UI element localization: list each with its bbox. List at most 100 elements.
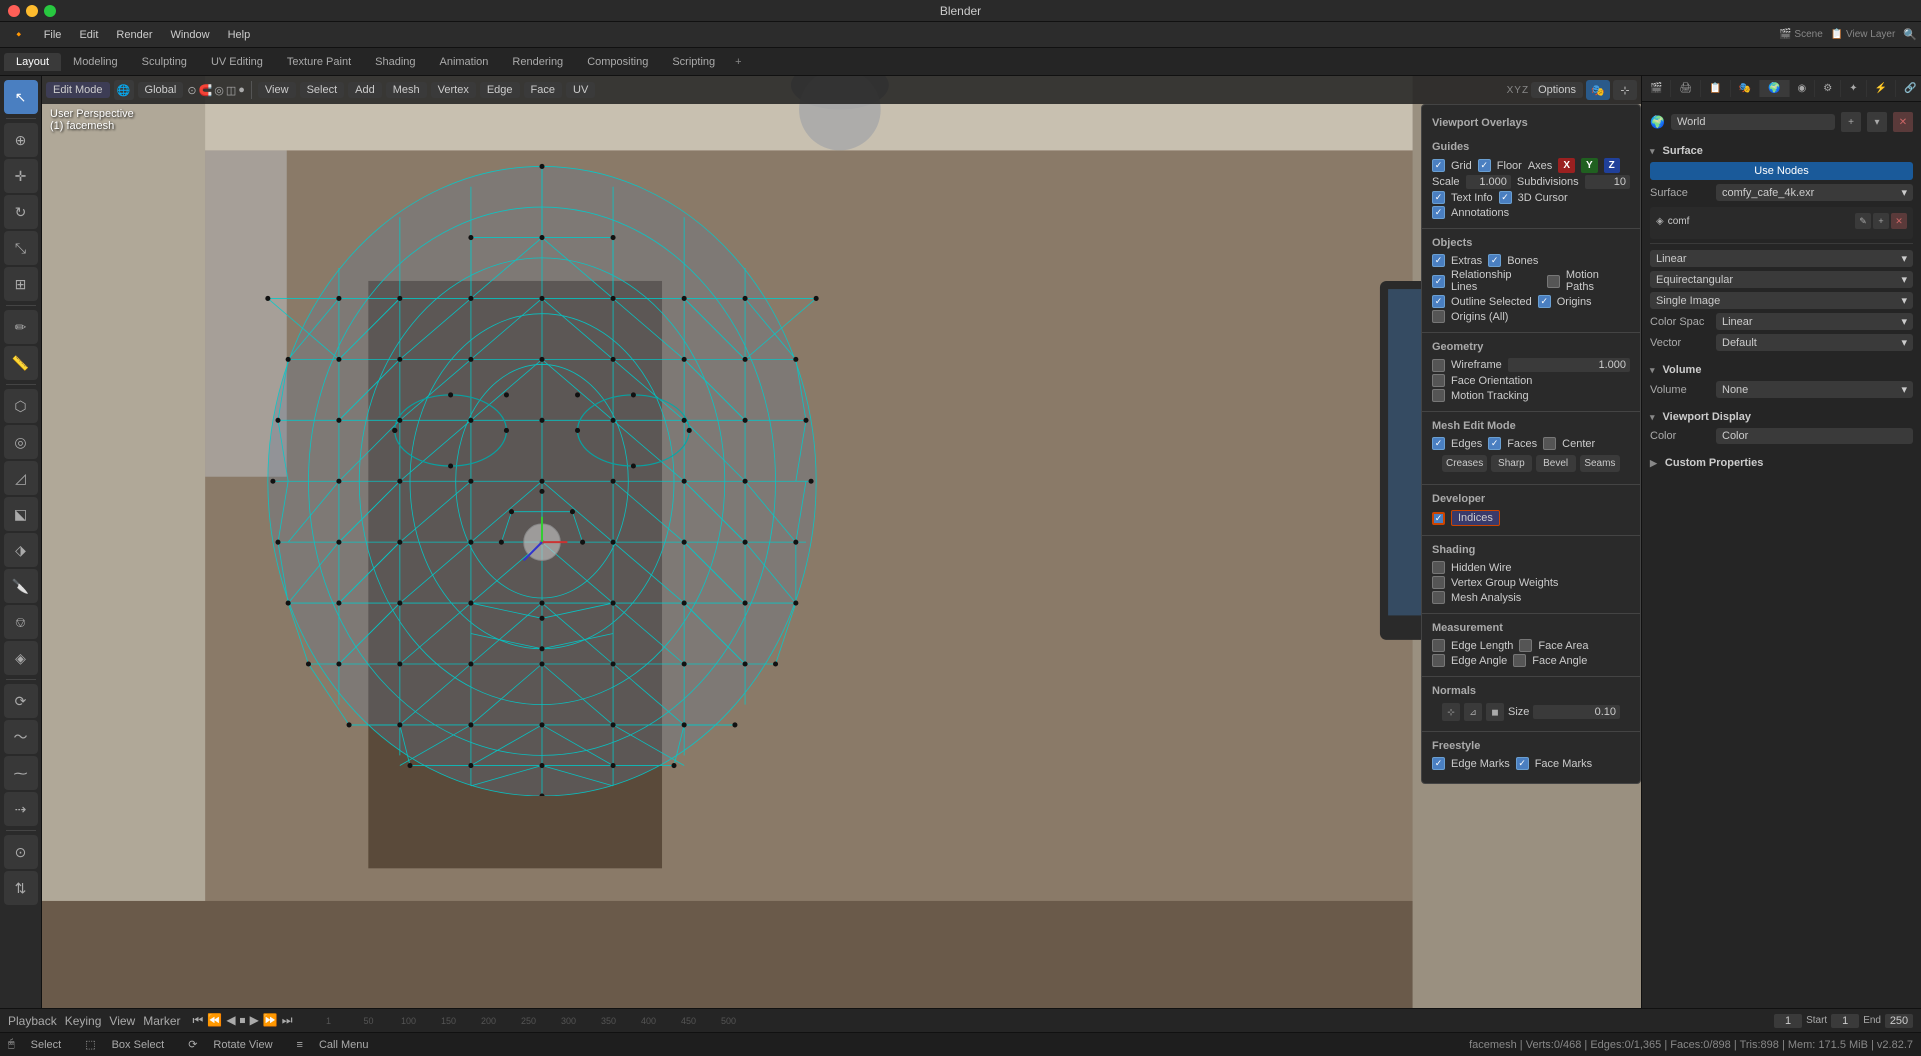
normals-size-value[interactable]: 0.10: [1533, 705, 1620, 719]
edge-marks-checkbox[interactable]: [1432, 757, 1445, 770]
node-edit-btn[interactable]: ✎: [1855, 213, 1871, 229]
stop-btn[interactable]: ⏹: [240, 1013, 246, 1028]
scene-tab[interactable]: 🎭: [1731, 80, 1760, 97]
center-checkbox[interactable]: [1543, 437, 1556, 450]
y-constraint[interactable]: Y: [1514, 85, 1521, 96]
mesh-analysis-checkbox[interactable]: [1432, 591, 1445, 604]
tab-rendering[interactable]: Rendering: [500, 53, 575, 71]
annotations-checkbox[interactable]: [1432, 206, 1445, 219]
tool-spin[interactable]: ⟳: [4, 684, 38, 718]
maximize-button[interactable]: [44, 5, 56, 17]
jump-start-btn[interactable]: ⏮: [193, 1013, 204, 1028]
menu-file[interactable]: File: [36, 27, 70, 43]
mesh-menu[interactable]: Mesh: [386, 82, 427, 98]
vertex-group-checkbox[interactable]: [1432, 576, 1445, 589]
snap-icon[interactable]: 🧲: [199, 84, 213, 97]
close-button[interactable]: [8, 5, 20, 17]
tool-move[interactable]: ✛: [4, 159, 38, 193]
tab-modeling[interactable]: Modeling: [61, 53, 130, 71]
world-tab[interactable]: 🌍: [1760, 80, 1789, 97]
end-frame-field[interactable]: 250: [1885, 1014, 1913, 1028]
subdiv-value[interactable]: 10: [1585, 175, 1630, 189]
hidden-wire-checkbox[interactable]: [1432, 561, 1445, 574]
outline-selected-checkbox[interactable]: [1432, 295, 1445, 308]
global-local-icon[interactable]: 🌐: [114, 80, 134, 100]
relationship-checkbox[interactable]: [1432, 275, 1445, 288]
custom-props-header[interactable]: ▶ Custom Properties: [1650, 454, 1913, 472]
tool-cursor[interactable]: ⊕: [4, 123, 38, 157]
add-menu[interactable]: Add: [348, 82, 382, 98]
volume-select[interactable]: None ▾: [1716, 381, 1913, 398]
creases-btn[interactable]: Creases: [1442, 455, 1487, 472]
jump-end-btn[interactable]: ⏭: [282, 1013, 293, 1028]
object-tab[interactable]: ◉: [1790, 80, 1816, 97]
tool-loop-cut[interactable]: ⬕: [4, 497, 38, 531]
tab-scripting[interactable]: Scripting: [660, 53, 727, 71]
node-del-btn[interactable]: ✕: [1891, 213, 1907, 229]
tool-bisect[interactable]: ⎊: [4, 605, 38, 639]
tab-layout[interactable]: Layout: [4, 53, 61, 71]
tab-texture-paint[interactable]: Texture Paint: [275, 53, 363, 71]
tab-shading[interactable]: Shading: [363, 53, 427, 71]
tool-edge-slide[interactable]: ⇢: [4, 792, 38, 826]
global-dropdown[interactable]: Global: [138, 82, 184, 98]
marker-menu[interactable]: Marker: [143, 1014, 180, 1028]
modifier-tab[interactable]: ⚙: [1815, 80, 1841, 97]
wireframe-checkbox[interactable]: [1432, 359, 1445, 372]
indices-checkbox[interactable]: [1432, 512, 1445, 525]
face-area-checkbox[interactable]: [1519, 639, 1532, 652]
node-add-btn[interactable]: +: [1873, 213, 1889, 229]
equirec-select[interactable]: Equirectangular ▾: [1650, 271, 1913, 288]
seams-btn[interactable]: Seams: [1580, 455, 1620, 472]
loop-normals-icon[interactable]: ⊿: [1464, 703, 1482, 721]
options-btn[interactable]: Options: [1531, 82, 1583, 98]
world-delete-btn[interactable]: ✕: [1893, 112, 1913, 132]
vertex-normals-icon[interactable]: ⊹: [1442, 703, 1460, 721]
tool-offset-edge[interactable]: ⬗: [4, 533, 38, 567]
y-axis-btn[interactable]: Y: [1581, 158, 1598, 173]
tool-measure[interactable]: 📏: [4, 346, 38, 380]
search-icon[interactable]: 🔍: [1903, 28, 1917, 41]
minimize-button[interactable]: [26, 5, 38, 17]
volume-header[interactable]: ▾ Volume: [1650, 361, 1913, 379]
sharp-btn[interactable]: Sharp: [1491, 455, 1531, 472]
play-btn[interactable]: ▶: [250, 1013, 259, 1028]
z-constraint[interactable]: Z: [1522, 85, 1528, 96]
motion-paths-checkbox[interactable]: [1547, 275, 1560, 288]
gizmo-toggle[interactable]: ⊹: [1613, 80, 1637, 100]
tool-scale[interactable]: ⤡: [4, 231, 38, 265]
view-layer-tab[interactable]: 📋: [1701, 80, 1730, 97]
bones-checkbox[interactable]: [1488, 254, 1501, 267]
world-browse-btn[interactable]: ▾: [1867, 112, 1887, 132]
scale-value[interactable]: 1.000: [1466, 175, 1511, 189]
view-menu-tl[interactable]: View: [109, 1014, 135, 1028]
tab-compositing[interactable]: Compositing: [575, 53, 660, 71]
extras-checkbox[interactable]: [1432, 254, 1445, 267]
viewport-display-header[interactable]: ▾ Viewport Display: [1650, 408, 1913, 426]
edge-angle-checkbox[interactable]: [1432, 654, 1445, 667]
edit-mode-dropdown[interactable]: Edit Mode: [46, 82, 110, 98]
tool-push-pull[interactable]: ⇅: [4, 871, 38, 905]
constraints-tab[interactable]: 🔗: [1896, 80, 1921, 97]
color-space-select[interactable]: Linear ▾: [1716, 313, 1913, 330]
keying-menu[interactable]: Keying: [65, 1014, 102, 1028]
color-select[interactable]: Color: [1716, 428, 1913, 444]
proportional-icon[interactable]: ◎: [214, 84, 224, 97]
surface-header[interactable]: ▾ Surface: [1650, 142, 1913, 160]
wireframe-value[interactable]: 1.000: [1508, 358, 1630, 372]
menu-edit[interactable]: Edit: [71, 27, 106, 43]
face-angle-checkbox[interactable]: [1513, 654, 1526, 667]
menu-render[interactable]: Render: [108, 27, 160, 43]
shading-icon[interactable]: ●: [238, 84, 245, 96]
z-axis-btn[interactable]: Z: [1604, 158, 1620, 173]
face-menu[interactable]: Face: [524, 82, 562, 98]
tool-shrink[interactable]: ⊙: [4, 835, 38, 869]
overlay-toggle[interactable]: 🎭: [1586, 80, 1610, 100]
edge-length-checkbox[interactable]: [1432, 639, 1445, 652]
render-tab[interactable]: 🎬: [1642, 80, 1671, 97]
viewport-canvas[interactable]: 👁 📷 ◑ ● 🎭 ⊹ Viewport Overlays: [42, 76, 1641, 1008]
menu-help[interactable]: Help: [220, 27, 259, 43]
faces-checkbox[interactable]: [1488, 437, 1501, 450]
vertex-menu[interactable]: Vertex: [431, 82, 476, 98]
origins-checkbox[interactable]: [1538, 295, 1551, 308]
